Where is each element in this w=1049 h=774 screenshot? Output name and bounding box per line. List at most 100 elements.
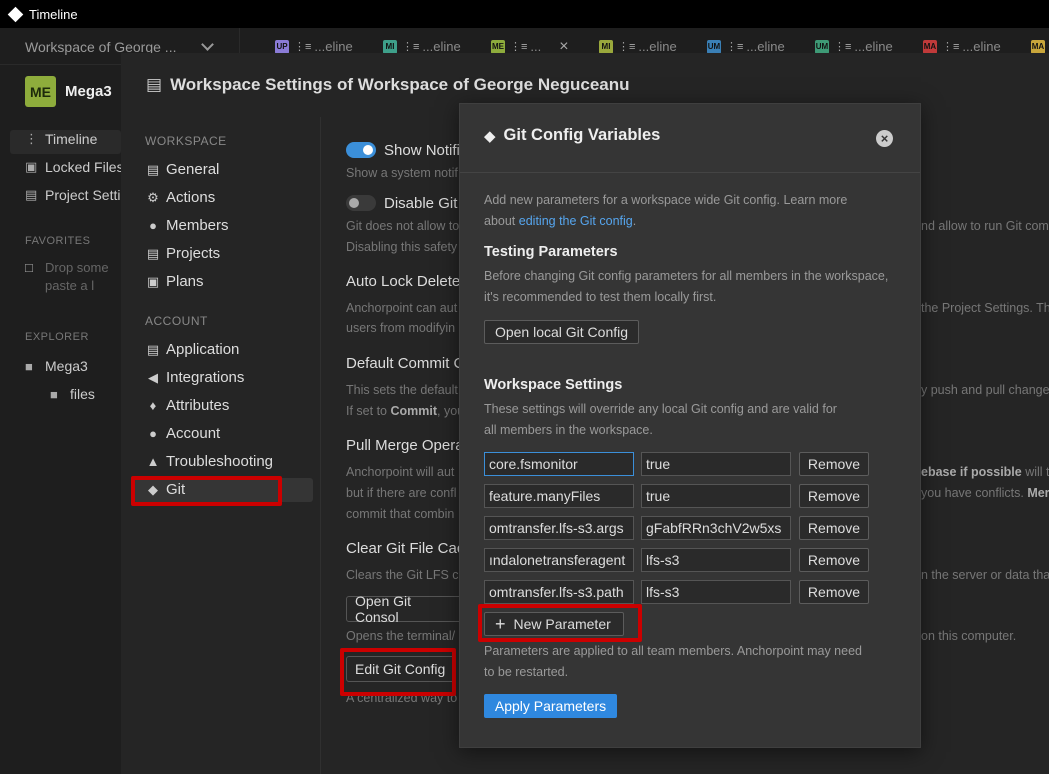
timeline-icon: ⋮≡ [726,41,744,53]
tab-label: ...eline [422,39,461,54]
overflow-text: you have conflicts. Mer [921,486,1049,500]
timeline-icon: ⋮≡ [510,41,528,53]
tree-item-mega3[interactable]: ■ Mega3 [25,358,88,374]
pull-merge-desc: Anchorpoint will aut [346,465,455,479]
remove-parameter-button[interactable]: Remove [799,516,869,540]
nav-item-general[interactable]: ▤ General [145,161,220,178]
left-sidebar: ME Mega3 ⋮ Timeline ▣ Locked Files ▤ Projec… [0,66,143,774]
parameter-value-input[interactable]: true [641,452,791,476]
project-badge: UM [707,39,721,54]
auto-lock-desc: Anchorpoint can aut [346,301,458,315]
nav-item-integrations[interactable]: ◀ Integrations [145,369,244,386]
parameter-key-input[interactable]: omtransfer.lfs-s3.path [484,580,634,604]
remove-parameter-button[interactable]: Remove [799,484,869,508]
nav-item-members[interactable]: ● Members [145,217,229,234]
favorites-drop-zone[interactable]: □ Drop some [25,260,109,275]
intro-text: Add new parameters for a workspace wide … [484,190,904,232]
auto-lock-heading: Auto Lock Deleted [346,273,469,290]
nav-item-label: Troubleshooting [166,453,274,470]
tab-label: ...eline [314,39,353,54]
footer-line1: Parameters are applied to all team membe… [484,644,862,658]
overflow-text: nd allow to run Git comm [921,219,1049,233]
gear-icon: ⚙ [147,189,159,205]
nav-item-plans[interactable]: ▣ Plans [145,273,204,290]
nav-item-actions[interactable]: ⚙ Actions [145,189,215,206]
sidebar-item-locked-files[interactable]: ▣ Locked Files [25,159,124,175]
sidebar-item-timeline[interactable]: ⋮ Timeline [25,131,97,147]
nav-item-application[interactable]: ▤ Application [145,341,240,358]
footer-line2: to be restarted. [484,665,569,679]
nav-item-attributes[interactable]: ♦ Attributes [145,397,230,414]
remove-parameter-button[interactable]: Remove [799,548,869,572]
apply-parameters-button[interactable]: Apply Parameters [484,694,617,718]
show-notifications-desc: Show a system notif [346,166,458,180]
clear-cache-desc: Clears the Git LFS c [346,568,459,582]
avatar: ME [25,76,56,107]
remove-parameter-button[interactable]: Remove [799,580,869,604]
highlight-box-new-parameter [478,604,642,642]
nav-item-label: Projects [166,245,221,262]
dialog-title: ◆ Git Config Variables [484,126,660,145]
nav-item-label: Account [166,425,221,442]
nav-item-label: Members [166,217,229,234]
auto-lock-desc2: users from modifyin [346,321,456,335]
parameter-key-input[interactable]: ındalonetransferagent [484,548,634,572]
show-notifications-toggle[interactable] [346,142,376,158]
disable-git-toggle[interactable] [346,195,376,211]
nav-item-account[interactable]: ● Account [145,425,220,442]
lock-icon: ▣ [25,159,38,174]
page-title: ▤ Workspace Settings of Workspace of Geo… [146,75,630,95]
disable-git-desc2: Disabling this safety [346,240,458,254]
favorites-heading: FAVORITES [25,235,91,247]
pull-merge-heading: Pull Merge Opera [346,437,464,454]
editing-git-config-link[interactable]: editing the Git config [519,214,633,228]
nav-item-label: Plans [166,273,204,290]
parameter-value-input[interactable]: true [641,484,791,508]
app-logo-icon [7,6,24,22]
open-local-git-config-button[interactable]: Open local Git Config [484,320,639,344]
project-badge: UM [815,39,829,54]
overflow-text: on this computer. [921,629,1017,643]
tree-item-files[interactable]: ■ files [50,386,95,402]
parameter-value-input[interactable]: lfs-s3 [641,580,791,604]
project-header[interactable]: ME Mega3 [25,76,112,107]
desc-bold: Commit [390,404,437,418]
timeline-icon: ⋮ [25,131,38,146]
overflow-span: will t [1021,465,1049,479]
settings-icon: ▤ [146,161,160,177]
tree-item-label: files [70,386,95,402]
project-badge: UP [275,39,289,54]
parameter-value-input[interactable]: gFabfRRn3chV2w5xs [641,516,791,540]
project-badge: ME [491,39,505,54]
drop-icon: □ [25,260,33,275]
parameter-key-input[interactable]: core.fsmonitor [484,452,634,476]
members-icon: ● [149,218,157,233]
drop-hint-line2: paste a l [45,278,95,293]
project-badge: MA [923,39,937,54]
plans-icon: ▣ [146,273,160,289]
parameter-key-input[interactable]: omtransfer.lfs-s3.args [484,516,634,540]
overflow-text: n the server or data tha [921,568,1049,582]
nav-item-label: Integrations [166,369,245,386]
settings-nav: WORKSPACE ▤ General ⚙ Actions ● Members ▤ Pr… [121,117,321,774]
nav-item-troubleshooting[interactable]: ▲ Troubleshooting [145,453,273,470]
project-name: Mega3 [65,83,112,100]
testing-heading: Testing Parameters [484,244,618,260]
projects-icon: ▤ [146,245,160,261]
overflow-bold: ebase if possible [921,465,1022,479]
nav-item-label: Application [166,341,240,358]
folder-icon: ■ [25,358,33,374]
tab-label: ...eline [746,39,785,54]
open-git-console-button[interactable]: Open Git Consol [346,593,466,625]
testing-desc: Before changing Git config parameters fo… [484,266,904,308]
warning-icon: ▲ [146,454,160,469]
intro-line1: Add new parameters for a workspace wide … [484,193,848,207]
nav-item-projects[interactable]: ▤ Projects [145,245,220,262]
default-commit-desc: This sets the default [346,383,458,397]
remove-parameter-button[interactable]: Remove [799,452,869,476]
close-icon[interactable]: × [876,130,893,147]
overflow-text: ebase if possible will t [921,465,1049,479]
sidebar-item-label: Locked Files [45,159,124,175]
parameter-value-input[interactable]: lfs-s3 [641,548,791,572]
parameter-key-input[interactable]: feature.manyFiles [484,484,634,508]
